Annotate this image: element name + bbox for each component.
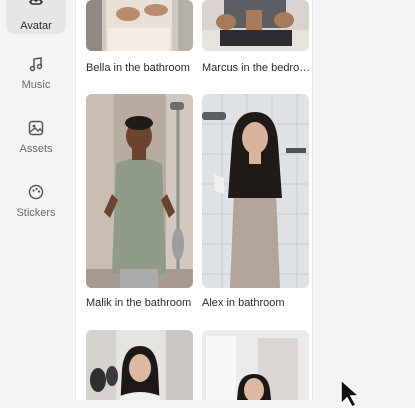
sidebar: Avatar Music Assets Stickers — [0, 0, 74, 400]
image-icon — [28, 120, 44, 136]
avatar-caption: Marcus in the bedro… — [202, 62, 311, 74]
avatar-icon — [28, 0, 44, 5]
avatar-gallery: Bella in the bathroom Marcus in the bedr… — [75, 0, 313, 400]
avatar-caption: Alex in bathroom — [202, 297, 285, 309]
mouse-cursor-icon — [340, 378, 361, 408]
sidebar-item-music[interactable]: Music — [6, 48, 66, 98]
music-note-icon — [29, 57, 43, 72]
sidebar-item-avatar[interactable]: Avatar — [6, 0, 66, 34]
sidebar-item-label: Avatar — [20, 20, 52, 32]
avatar-caption: Bella in the bathroom — [86, 62, 190, 74]
avatar-thumbnail[interactable] — [86, 0, 193, 51]
sidebar-item-stickers[interactable]: Stickers — [6, 176, 66, 226]
avatar-thumbnail[interactable] — [202, 94, 309, 288]
avatar-thumbnail[interactable] — [86, 94, 193, 288]
avatar-caption: Malik in the bathroom — [86, 297, 192, 309]
avatar-thumbnail[interactable] — [86, 330, 193, 400]
avatar-thumbnail[interactable] — [202, 0, 309, 51]
sidebar-item-label: Assets — [19, 143, 53, 155]
sidebar-item-label: Music — [21, 79, 51, 91]
sticker-icon — [28, 184, 44, 200]
sidebar-item-label: Stickers — [16, 207, 56, 219]
avatar-thumbnail[interactable] — [202, 330, 309, 400]
sidebar-item-assets[interactable]: Assets — [6, 112, 66, 162]
